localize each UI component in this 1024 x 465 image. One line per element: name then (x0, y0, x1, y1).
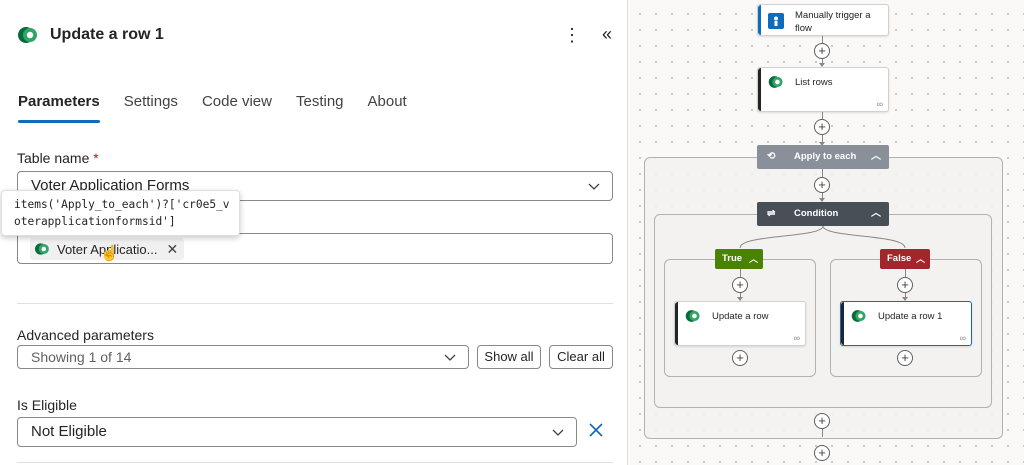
true-branch-pill[interactable]: True ︿ (715, 249, 763, 269)
add-icon[interactable]: + (814, 445, 830, 461)
advanced-parameters-dropdown[interactable]: Showing 1 of 14 (17, 345, 469, 369)
dataverse-logo (18, 27, 37, 43)
tab-parameters[interactable]: Parameters (18, 92, 100, 124)
expression-tooltip: items('Apply_to_each')?['cr0e5_v oterapp… (1, 190, 240, 236)
connector (740, 269, 741, 277)
is-eligible-label: Is Eligible (17, 397, 77, 413)
chevron-down-icon (444, 354, 456, 361)
card-accent (841, 302, 844, 345)
list-rows-card[interactable]: List rows ∞ (757, 67, 889, 112)
update-row-title: Update a row (712, 311, 769, 322)
add-icon[interactable]: + (814, 43, 830, 59)
link-icon: ∞ (793, 333, 800, 343)
add-icon[interactable]: + (897, 350, 913, 366)
divider (17, 303, 613, 304)
action-details-panel: Update a row 1 ⋮ « Parameters Settings C… (0, 0, 628, 465)
false-label: False (887, 253, 912, 264)
hand-cursor-icon: ☝ (100, 245, 119, 262)
true-label: True (722, 253, 743, 264)
add-icon[interactable]: + (732, 277, 748, 293)
advanced-parameters-label: Advanced parameters (17, 327, 154, 343)
show-all-button[interactable]: Show all (477, 345, 541, 369)
add-icon[interactable]: + (897, 277, 913, 293)
tab-list: Parameters Settings Code view Testing Ab… (18, 92, 431, 124)
condition-title: Condition (794, 208, 839, 219)
apply-to-each-title: Apply to each (794, 151, 857, 162)
flow-canvas[interactable]: Manually trigger a flow + List rows ∞ + … (628, 0, 1024, 465)
tab-settings[interactable]: Settings (124, 92, 178, 124)
clear-value-icon[interactable] (585, 419, 607, 441)
add-icon[interactable]: + (814, 413, 830, 429)
chevron-up-icon[interactable]: ︿ (871, 145, 881, 168)
chevron-up-icon[interactable]: ︿ (871, 202, 881, 225)
trigger-icon (768, 13, 784, 29)
tab-testing[interactable]: Testing (296, 92, 344, 124)
more-vertical-icon[interactable]: ⋮ (562, 24, 582, 46)
chevron-up-icon: ︿ (915, 254, 925, 264)
tab-code-view[interactable]: Code view (202, 92, 272, 124)
condition-icon: ⇌ (767, 208, 776, 219)
chevron-down-icon (588, 183, 600, 190)
dataverse-logo (685, 310, 700, 322)
panel-title: Update a row 1 (50, 26, 164, 43)
update-row-card[interactable]: Update a row ∞ (674, 301, 806, 346)
table-name-label: Table name * (17, 149, 99, 167)
apply-to-each-header[interactable]: ⟲ Apply to each ︿ (757, 145, 889, 169)
link-icon: ∞ (876, 99, 883, 109)
connector (822, 169, 823, 177)
card-accent (758, 5, 761, 35)
chevron-up-icon: ︿ (748, 254, 758, 264)
trigger-title: Manually trigger a flow (795, 10, 871, 34)
card-accent (675, 302, 678, 345)
add-icon[interactable]: + (814, 119, 830, 135)
card-accent (758, 68, 761, 111)
dataverse-logo (851, 310, 866, 322)
link-icon: ∞ (959, 333, 966, 343)
collapse-icon[interactable]: « (596, 24, 618, 46)
dataverse-logo (768, 76, 783, 88)
tooltip-line-1: items('Apply_to_each')?['cr0e5_v (14, 198, 230, 211)
add-icon[interactable]: + (814, 177, 830, 193)
is-eligible-value: Not Eligible (31, 423, 107, 440)
dataverse-logo (35, 243, 49, 255)
condition-header[interactable]: ⇌ Condition ︿ (757, 202, 889, 226)
false-branch-pill[interactable]: False ︿ (880, 249, 930, 269)
required-mark: * (93, 150, 99, 166)
dismiss-icon[interactable]: ✕ (166, 241, 178, 258)
trigger-card[interactable]: Manually trigger a flow (757, 4, 889, 36)
clear-all-button[interactable]: Clear all (549, 345, 613, 369)
update-row-1-title: Update a row 1 (878, 311, 943, 322)
tooltip-line-2: oterapplicationformsid'] (14, 215, 176, 228)
divider (17, 462, 613, 463)
is-eligible-dropdown[interactable]: Not Eligible (17, 417, 577, 447)
loop-icon: ⟲ (767, 151, 776, 162)
connector (822, 429, 823, 437)
chevron-down-icon (552, 429, 564, 436)
branch-connectors (739, 226, 906, 249)
list-rows-title: List rows (795, 77, 833, 88)
tab-about[interactable]: About (368, 92, 407, 124)
connector (905, 269, 906, 277)
table-name-label-text: Table name (17, 150, 90, 166)
add-icon[interactable]: + (732, 350, 748, 366)
update-row-1-card[interactable]: Update a row 1 ∞ (840, 301, 972, 346)
advanced-parameters-value: Showing 1 of 14 (31, 349, 132, 365)
